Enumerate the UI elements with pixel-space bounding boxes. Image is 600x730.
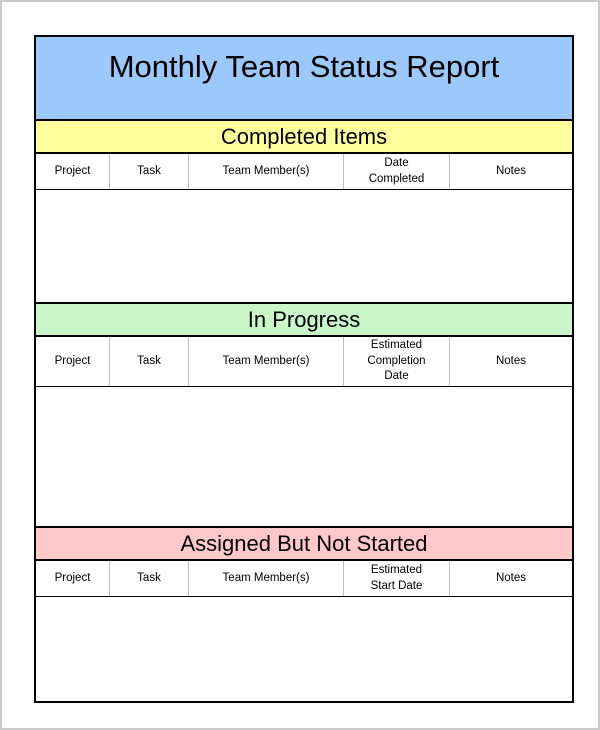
entry-cell-project[interactable] (36, 190, 110, 302)
column-header-notes: Notes (495, 571, 527, 584)
entry-cell-notes[interactable] (450, 190, 572, 302)
column-header-row-in-progress: Project Task Team Member(s) Estimated Com… (36, 337, 572, 387)
column-header-estimated-completion-date: Estimated Completion Date (344, 337, 450, 386)
entry-cell-team-members[interactable] (189, 597, 344, 701)
column-header-task: Task (110, 154, 189, 189)
entry-cell-project[interactable] (36, 597, 110, 701)
entry-cell-task[interactable] (110, 597, 189, 701)
column-header-estimated-start-date: Estimated Start Date (344, 561, 450, 596)
column-header-project: Project (36, 337, 110, 386)
section-heading-in-progress: In Progress (36, 304, 572, 337)
column-header-notes: Notes (495, 354, 527, 367)
section-heading-label: In Progress (247, 306, 361, 332)
entry-cell-team-members[interactable] (189, 387, 344, 526)
status-report-table: Monthly Team Status Report Completed Ite… (34, 35, 574, 703)
entry-cell-notes[interactable] (450, 387, 572, 526)
entry-cell-estimated-completion-date[interactable] (344, 387, 450, 526)
entry-cell-estimated-start-date[interactable] (344, 597, 450, 701)
column-header-row-completed-items: Project Task Team Member(s) Date Complete… (36, 154, 572, 190)
entry-area-in-progress[interactable] (36, 387, 572, 528)
section-heading-completed-items: Completed Items (36, 121, 572, 154)
report-title-band: Monthly Team Status Report (36, 37, 572, 121)
column-header-team-members: Team Member(s) (189, 154, 344, 189)
entry-cell-task[interactable] (110, 190, 189, 302)
column-header-row-assigned-but-not-started: Project Task Team Member(s) Estimated Sta… (36, 561, 572, 597)
page-title: Monthly Team Status Report (108, 48, 500, 84)
entry-area-completed-items[interactable] (36, 190, 572, 304)
entry-area-assigned-but-not-started[interactable] (36, 597, 572, 701)
entry-cell-team-members[interactable] (189, 190, 344, 302)
column-header-task: Task (110, 561, 189, 596)
column-header-project: Project (36, 561, 110, 596)
section-heading-label: Assigned But Not Started (180, 530, 428, 556)
column-header-date-completed: Date Completed (344, 154, 450, 189)
entry-cell-task[interactable] (110, 387, 189, 526)
entry-cell-notes[interactable] (450, 597, 572, 701)
entry-cell-project[interactable] (36, 387, 110, 526)
column-header-project: Project (36, 154, 110, 189)
entry-cell-date-completed[interactable] (344, 190, 450, 302)
column-header-notes: Notes (495, 164, 527, 177)
page-sheet: Monthly Team Status Report Completed Ite… (0, 0, 600, 730)
section-heading-assigned-but-not-started: Assigned But Not Started (36, 528, 572, 561)
column-header-team-members: Team Member(s) (189, 561, 344, 596)
section-heading-label: Completed Items (220, 123, 388, 149)
column-header-team-members: Team Member(s) (189, 337, 344, 386)
column-header-task: Task (110, 337, 189, 386)
